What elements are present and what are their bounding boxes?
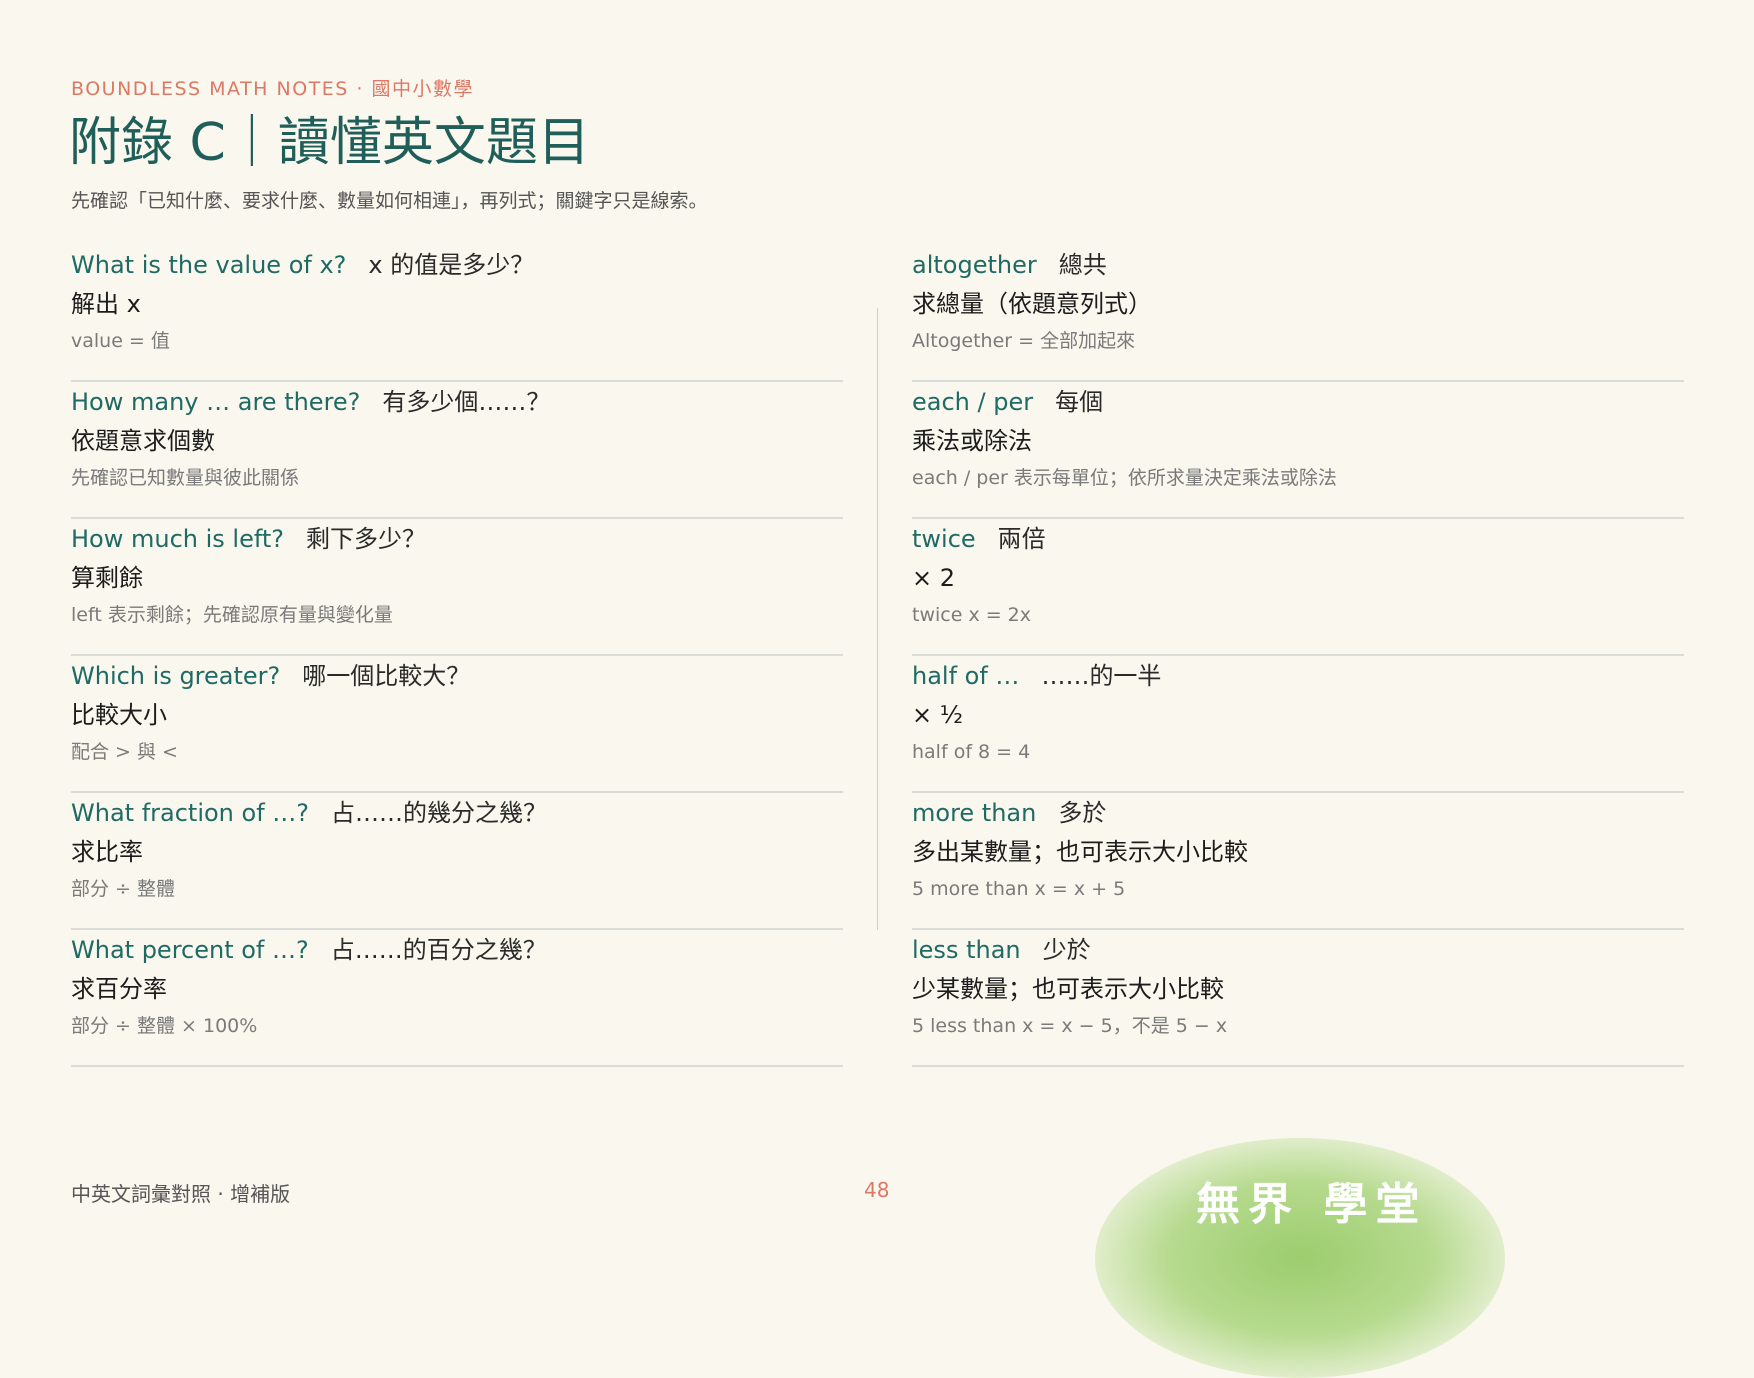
entry-chinese: 占……的幾分之幾？	[331, 799, 548, 827]
entry-english: How much is left?	[71, 525, 285, 553]
entry-meaning: 算剩餘	[71, 564, 143, 592]
entry-meaning: 比較大小	[71, 701, 167, 729]
page-title: 附錄 C｜讀懂英文題目	[69, 113, 590, 173]
entry-english: Which is greater?	[71, 662, 281, 690]
entry-meaning: 求百分率	[71, 975, 167, 1003]
entry-chinese: 多於	[1058, 799, 1107, 827]
entry-note: 5 more than x = x + 5	[912, 878, 1126, 900]
entry-note: 5 less than x = x − 5，不是 5 − x	[912, 1015, 1228, 1037]
vocab-entry: each / per 每個 乘法或除法 each / per 表示每單位；依所求量…	[912, 383, 1684, 519]
entry-meaning: × ½	[912, 701, 963, 729]
entry-note: twice x = 2x	[912, 604, 1032, 626]
vocab-entry: Which is greater? 哪一個比較大？ 比較大小 配合 > 與 <	[71, 657, 843, 793]
vocab-entry: What percent of …? 占……的百分之幾？ 求百分率 部分 ÷ 整體…	[71, 931, 843, 1067]
vocab-entry: What is the value of x? x 的值是多少？ 解出 x val…	[71, 246, 843, 382]
entry-chinese: 有多少個……？	[382, 388, 551, 416]
entry-meaning: 求比率	[71, 838, 143, 866]
entry-meaning: 求總量（依題意列式）	[912, 290, 1152, 318]
entry-meaning: × 2	[912, 564, 956, 592]
entry-english: less than	[912, 936, 1021, 964]
entry-note: 先確認已知數量與彼此關係	[71, 467, 300, 489]
left-vocab-column: What is the value of x? x 的值是多少？ 解出 x val…	[71, 246, 843, 1068]
entry-english: twice	[912, 525, 976, 553]
entry-english: What percent of …?	[71, 936, 309, 964]
entry-note: 部分 ÷ 整體 × 100%	[71, 1015, 258, 1037]
entry-note: 配合 > 與 <	[71, 741, 178, 763]
entry-note: each / per 表示每單位；依所求量決定乘法或除法	[912, 467, 1337, 489]
entry-note: left 表示剩餘；先確認原有量與變化量	[71, 604, 393, 626]
entry-meaning: 少某數量；也可表示大小比較	[912, 975, 1224, 1003]
entry-meaning: 依題意求個數	[71, 427, 215, 455]
entry-meaning: 解出 x	[71, 290, 141, 318]
page-subtitle: 先確認「已知什麼、要求什麼、數量如何相連」，再列式；關鍵字只是線索。	[71, 190, 708, 212]
vocab-entry: altogether 總共 求總量（依題意列式） Altogether = 全部加…	[912, 246, 1684, 382]
entry-english: half of …	[912, 662, 1020, 690]
vocab-entry: twice 兩倍 × 2 twice x = 2x	[912, 520, 1684, 656]
page-number: 48	[864, 1178, 890, 1202]
vocab-entry: half of … ……的一半 × ½ half of 8 = 4	[912, 657, 1684, 793]
entry-chinese: 每個	[1055, 388, 1104, 416]
entry-chinese: 剩下多少？	[306, 525, 427, 553]
entry-chinese: ……的一半	[1041, 662, 1162, 690]
vocab-entry: How much is left? 剩下多少？ 算剩餘 left 表示剩餘；先確認…	[71, 520, 843, 656]
entry-note: half of 8 = 4	[912, 741, 1031, 763]
header-kicker: BOUNDLESS MATH NOTES · 國中小數學	[71, 78, 474, 100]
entry-chinese: 兩倍	[997, 525, 1046, 553]
entry-note: value = 值	[71, 330, 170, 352]
entry-chinese: 總共	[1058, 251, 1107, 279]
entry-chinese: 占……的百分之幾？	[330, 936, 547, 964]
entry-english: altogether	[912, 251, 1037, 279]
vocab-entry: less than 少於 少某數量；也可表示大小比較 5 less than x …	[912, 931, 1684, 1067]
right-vocab-column: altogether 總共 求總量（依題意列式） Altogether = 全部加…	[912, 246, 1684, 1068]
vocab-entry: What fraction of …? 占……的幾分之幾？ 求比率 部分 ÷ 整體	[71, 794, 843, 930]
entry-chinese: x 的值是多少？	[368, 251, 535, 279]
entry-english: What is the value of x?	[71, 251, 347, 279]
entry-english: How many … are there?	[71, 388, 361, 416]
vocab-entry: How many … are there? 有多少個……？ 依題意求個數 先確認已…	[71, 383, 843, 519]
entry-chinese: 少於	[1042, 936, 1091, 964]
footer-book-title: 中英文詞彙對照 · 增補版	[71, 1182, 291, 1206]
entry-english: more than	[912, 799, 1037, 827]
entry-note: 部分 ÷ 整體	[71, 878, 175, 900]
entry-chinese: 哪一個比較大？	[302, 662, 471, 690]
vocab-entry: more than 多於 多出某數量；也可表示大小比較 5 more than x…	[912, 794, 1684, 930]
entry-english: What fraction of …?	[71, 799, 310, 827]
entry-meaning: 乘法或除法	[912, 427, 1032, 455]
column-divider	[877, 308, 878, 930]
entry-note: Altogether = 全部加起來	[912, 330, 1136, 352]
entry-meaning: 多出某數量；也可表示大小比較	[912, 838, 1248, 866]
brand-logo: 無界 學堂	[1196, 1179, 1428, 1230]
entry-english: each / per	[912, 388, 1034, 416]
